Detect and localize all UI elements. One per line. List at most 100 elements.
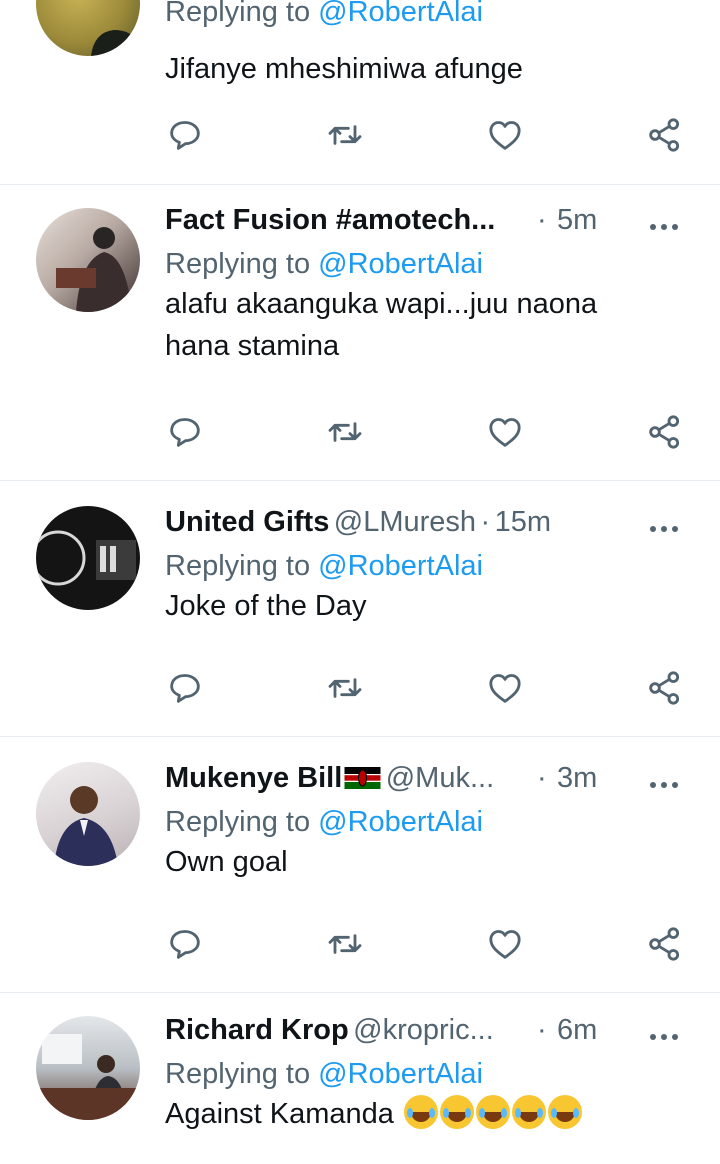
avatar[interactable] [36, 1016, 140, 1120]
tweet[interactable]: Mukenye Bill @Muk... · 3m Replying to @R… [0, 736, 720, 993]
avatar[interactable] [36, 0, 140, 56]
tweet-actions [165, 924, 685, 964]
timestamp[interactable]: 15m [495, 506, 551, 538]
like-button[interactable] [485, 412, 525, 452]
reply-icon [170, 930, 200, 959]
tweet-text: Against Kamanda [165, 1093, 700, 1135]
mention-link[interactable]: @RobertAlai [318, 1058, 483, 1090]
share-icon [649, 415, 680, 449]
tweet[interactable]: United Gifts @LMuresh · 15m Replying to … [0, 480, 720, 737]
share-icon [649, 671, 680, 705]
tweet-text: Own goal [165, 846, 288, 878]
more-icon[interactable] [650, 1034, 678, 1040]
tweet[interactable]: Replying to @RobertAlai Jifanye mheshimi… [0, 0, 720, 185]
replying-label: Replying to [165, 0, 311, 28]
avatar-image [36, 530, 136, 586]
reply-icon [170, 418, 200, 447]
replying-to: Replying to @RobertAlai [165, 806, 700, 839]
handle[interactable]: @LMuresh [334, 506, 476, 538]
avatar-image [54, 786, 118, 866]
heart-icon [489, 418, 521, 447]
reply-button[interactable] [165, 668, 205, 708]
heart-icon [489, 121, 521, 150]
more-icon[interactable] [650, 782, 678, 788]
reply-icon [170, 121, 200, 150]
retweet-icon [328, 934, 362, 954]
display-name[interactable]: United Gifts [165, 506, 329, 538]
share-button[interactable] [645, 115, 685, 155]
mention-link[interactable]: @RobertAlai [318, 248, 483, 280]
separator-dot: · [537, 1014, 547, 1046]
mention-link[interactable]: @RobertAlai [318, 550, 483, 582]
tweet[interactable]: Richard Krop @kropric... · 6m Replying t… [0, 992, 720, 1164]
avatar[interactable] [36, 506, 140, 610]
tweet-text-content: Against Kamanda [165, 1098, 394, 1130]
display-name[interactable]: Mukenye Bill [165, 762, 342, 794]
reply-button[interactable] [165, 924, 205, 964]
timestamp[interactable]: 3m [557, 762, 597, 795]
like-button[interactable] [485, 115, 525, 155]
replying-label: Replying to [165, 550, 311, 582]
more-icon[interactable] [650, 224, 678, 230]
retweet-icon [328, 678, 362, 698]
handle[interactable]: @Muk... [386, 762, 494, 794]
replying-to: Replying to @RobertAlai [165, 1058, 700, 1091]
retweet-button[interactable] [325, 412, 365, 452]
handle[interactable]: @kropric... [353, 1014, 494, 1046]
heart-icon [489, 674, 521, 703]
avatar-image [56, 227, 132, 312]
more-icon[interactable] [650, 526, 678, 532]
share-icon [649, 118, 680, 152]
tweet-actions [165, 668, 685, 708]
tweet-header: Richard Krop @kropric... · 6m [165, 1014, 700, 1054]
replying-label: Replying to [165, 806, 311, 838]
mention-link[interactable]: @RobertAlai [318, 0, 483, 28]
avatar-image [91, 30, 140, 56]
rofl-emoji-icon [440, 1095, 474, 1129]
like-button[interactable] [485, 924, 525, 964]
separator-dot: · [537, 762, 547, 794]
like-button[interactable] [485, 668, 525, 708]
tweet-text: Jifanye mheshimiwa afunge [165, 53, 523, 85]
avatar[interactable] [36, 208, 140, 312]
share-icon [649, 927, 680, 961]
reply-button[interactable] [165, 412, 205, 452]
avatar-image [36, 1034, 140, 1120]
rofl-emoji-icon [512, 1095, 546, 1129]
retweet-button[interactable] [325, 115, 365, 155]
timestamp[interactable]: 6m [557, 1014, 597, 1047]
separator-dot: · [537, 204, 547, 236]
tweet[interactable]: Fact Fusion #amotech... · 5m Replying to… [0, 184, 720, 481]
replying-label: Replying to [165, 1058, 311, 1090]
replying-label: Replying to [165, 248, 311, 280]
tweet-header: Fact Fusion #amotech... · 5m [165, 204, 700, 244]
tweet-actions [165, 412, 685, 452]
display-name[interactable]: Fact Fusion #amotech... [165, 204, 495, 236]
replying-to: Replying to @RobertAlai [165, 550, 700, 583]
display-name[interactable]: Richard Krop [165, 1014, 349, 1046]
retweet-icon [328, 422, 362, 442]
share-button[interactable] [645, 668, 685, 708]
tears-of-joy-emoji-icon [404, 1095, 438, 1129]
tears-of-joy-emoji-icon [548, 1095, 582, 1129]
tweet-header: United Gifts @LMuresh · 15m [165, 506, 700, 546]
retweet-button[interactable] [325, 924, 365, 964]
heart-icon [489, 930, 521, 959]
tweet-header: Mukenye Bill @Muk... · 3m [165, 762, 700, 802]
retweet-button[interactable] [325, 668, 365, 708]
tweet-text: alafu akaanguka wapi...juu naona hana st… [165, 288, 598, 362]
timestamp[interactable]: 5m [557, 204, 597, 237]
tweet-text: Joke of the Day [165, 590, 367, 622]
reply-button[interactable] [165, 115, 205, 155]
tears-of-joy-emoji-icon [476, 1095, 510, 1129]
tweet-actions [165, 115, 685, 155]
mention-link[interactable]: @RobertAlai [318, 806, 483, 838]
kenya-flag-icon [344, 767, 381, 789]
reply-icon [170, 674, 200, 703]
avatar[interactable] [36, 762, 140, 866]
share-button[interactable] [645, 924, 685, 964]
replying-to: Replying to @RobertAlai [165, 248, 700, 281]
emoji-string [402, 1095, 582, 1130]
retweet-icon [328, 125, 362, 145]
share-button[interactable] [645, 412, 685, 452]
